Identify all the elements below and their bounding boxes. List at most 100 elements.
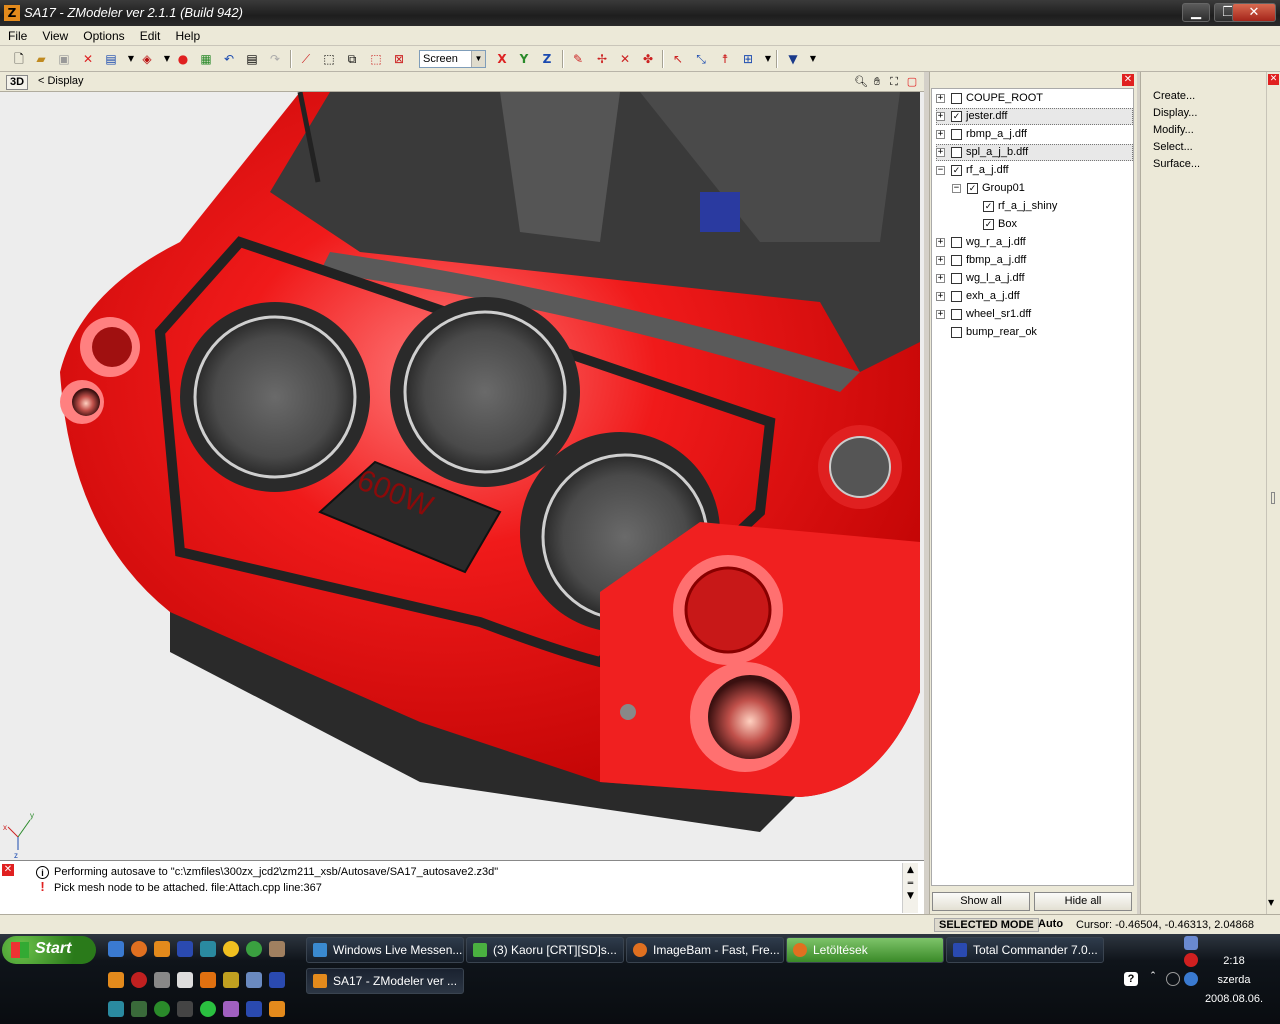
menu-help[interactable]: Help [167, 26, 200, 43]
expand-icon[interactable]: + [936, 148, 945, 157]
viewport-display-label[interactable]: < Display [38, 75, 84, 87]
new-icon[interactable]: 🗋 [10, 50, 28, 68]
fit-icon[interactable]: ⛶ [887, 75, 901, 89]
zmodeler-icon[interactable] [108, 972, 124, 988]
media-icon[interactable] [131, 972, 147, 988]
tree-node[interactable]: + ✓ jester.dff [936, 108, 1133, 125]
task-imagebam[interactable]: ImageBam - Fast, Fre... [626, 937, 784, 963]
z-axis-button[interactable]: Z [538, 50, 556, 68]
tree-node[interactable]: + exh_a_j.dff [936, 288, 1133, 305]
menu-file[interactable]: File [0, 26, 27, 43]
y-axis-button[interactable]: Y [515, 50, 533, 68]
visibility-checkbox[interactable]: ✓ [967, 183, 978, 194]
visibility-checkbox[interactable] [951, 273, 962, 284]
expand-icon[interactable]: + [936, 292, 945, 301]
document-icon[interactable] [177, 972, 193, 988]
task-chat[interactable]: (3) Kaoru [CRT][SD]s... [466, 937, 624, 963]
menu-edit[interactable]: Edit [132, 26, 161, 43]
visibility-checkbox[interactable] [951, 327, 962, 338]
modify-command[interactable]: Modify... [1153, 124, 1194, 136]
visibility-checkbox[interactable]: ✓ [983, 219, 994, 230]
visibility-checkbox[interactable]: ✓ [951, 165, 962, 176]
firefox-icon[interactable] [131, 941, 147, 957]
photo-icon[interactable] [269, 941, 285, 957]
green-app-icon[interactable] [246, 941, 262, 957]
tree-node[interactable]: bump_rear_ok [936, 324, 1133, 341]
network-tray-icon[interactable] [1184, 936, 1198, 950]
menu-options[interactable]: Options [75, 26, 124, 43]
start-button[interactable]: Start [2, 936, 96, 964]
visibility-checkbox[interactable] [951, 255, 962, 266]
coordinate-system-select[interactable]: Screen ▼ [419, 50, 486, 68]
clover-icon[interactable] [200, 1001, 216, 1017]
tree-node[interactable]: + spl_a_j_b.dff [936, 144, 1133, 161]
record-icon[interactable]: ● [174, 50, 192, 68]
app-icon[interactable] [108, 1001, 124, 1017]
save-icon[interactable]: ▣ [55, 50, 73, 68]
expand-icon[interactable]: + [936, 310, 945, 319]
circle-tray-icon[interactable] [1166, 972, 1180, 986]
redo-icon[interactable]: ↷ [266, 50, 284, 68]
scroll-up-icon[interactable]: ▲ [903, 865, 918, 875]
close-button[interactable]: ✕ [1232, 3, 1276, 22]
zoom-icon[interactable]: 🔍︎ [854, 75, 868, 89]
tree-node[interactable]: + COUPE_ROOT [936, 90, 1133, 107]
tree-node[interactable]: + wg_l_a_j.dff [936, 270, 1133, 287]
scale-icon[interactable]: ✤ [639, 50, 657, 68]
clock[interactable]: 2:18 szerda 2008.08.06. [1198, 952, 1270, 1009]
tree-node[interactable]: + rbmp_a_j.dff [936, 126, 1133, 143]
right-scrollbar[interactable]: ✕ ▼ [1266, 72, 1280, 914]
import-icon[interactable]: ▤ [102, 50, 120, 68]
shell-icon[interactable] [131, 1001, 147, 1017]
title-bar[interactable]: Z SA17 - ZModeler ver 2.1.1 (Build 942) … [0, 0, 1280, 26]
log-scrollbar[interactable]: ▲ ═ ▼ [902, 863, 918, 913]
expand-icon[interactable]: + [936, 94, 945, 103]
tree-node[interactable]: − ✓ rf_a_j.dff [936, 162, 1133, 179]
expand-icon[interactable]: + [936, 256, 945, 265]
visibility-checkbox[interactable] [951, 93, 962, 104]
box-select-icon[interactable]: ⊠ [390, 50, 408, 68]
help-tray-icon[interactable]: ? [1124, 972, 1138, 986]
tree-node[interactable]: − ✓ Group01 [952, 180, 1133, 197]
pan-icon[interactable]: ✋︎ [870, 75, 884, 89]
network-icon[interactable] [246, 972, 262, 988]
document-icon[interactable]: ▤ [243, 50, 261, 68]
expand-icon[interactable]: + [936, 112, 945, 121]
flag-icon[interactable] [246, 1001, 262, 1017]
window-icon[interactable] [269, 972, 285, 988]
visibility-checkbox[interactable] [951, 237, 962, 248]
create-command[interactable]: Create... [1153, 90, 1195, 102]
hierarchy-tree[interactable]: + COUPE_ROOT + ✓ jester.dff + rbmp_a_j.d… [931, 88, 1134, 886]
close-icon[interactable]: ✕ [1122, 74, 1134, 86]
save-disk-icon[interactable] [177, 941, 193, 957]
hierarchy-icon[interactable]: ⊞ [739, 50, 757, 68]
select-command[interactable]: Select... [1153, 141, 1193, 153]
collapse-icon[interactable]: − [936, 166, 945, 175]
scroll-grip-icon[interactable]: ═ [903, 879, 918, 889]
app-icon[interactable] [200, 941, 216, 957]
visibility-checkbox[interactable] [951, 309, 962, 320]
eye-icon[interactable] [154, 1001, 170, 1017]
surface-command[interactable]: Surface... [1153, 158, 1200, 170]
scroll-down-icon[interactable]: ▼ [903, 891, 918, 901]
visibility-checkbox[interactable]: ✓ [951, 111, 962, 122]
expand-icon[interactable]: + [936, 238, 945, 247]
viewport-3d[interactable]: 600W x y z [0, 92, 924, 860]
image-icon[interactable]: ▦ [197, 50, 215, 68]
scroll-grip-icon[interactable] [1271, 492, 1275, 504]
zmodeler-icon[interactable] [154, 941, 170, 957]
maximize-viewport-icon[interactable]: ▢ [905, 75, 919, 89]
vlc-icon[interactable] [200, 972, 216, 988]
task-total-commander[interactable]: Total Commander 7.0... [946, 937, 1104, 963]
tool-icon[interactable] [223, 972, 239, 988]
task-messenger[interactable]: Windows Live Messen... [306, 937, 464, 963]
minimize-button[interactable]: ▁ [1182, 3, 1210, 22]
undo-icon[interactable]: ↶ [220, 50, 238, 68]
helmet-icon[interactable]: ▼ [784, 50, 802, 68]
show-all-button[interactable]: Show all [932, 892, 1030, 911]
viewport-mode-button[interactable]: 3D [6, 75, 28, 90]
purple-app-icon[interactable] [223, 1001, 239, 1017]
hierarchy-dropdown-icon[interactable]: ▼ [759, 50, 777, 68]
globe-tray-icon[interactable] [1184, 972, 1198, 986]
tool-icon[interactable]: ✎ [569, 50, 587, 68]
